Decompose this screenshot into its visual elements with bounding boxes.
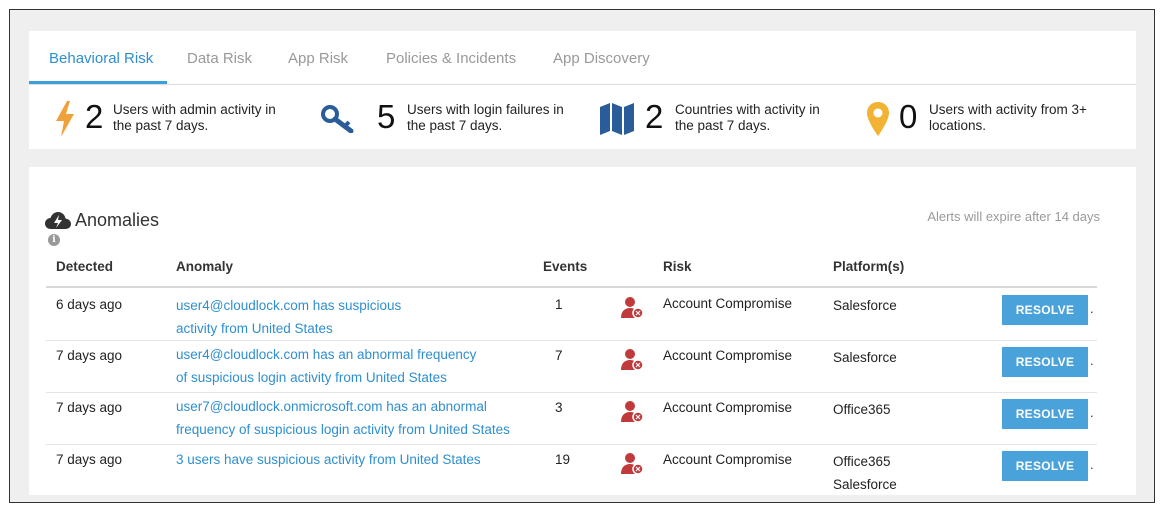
resolve-button[interactable]: RESOLVE (1002, 451, 1088, 481)
user-alert-icon (621, 452, 645, 481)
more-options[interactable]: . (1090, 353, 1094, 368)
tab-app-discovery[interactable]: App Discovery (553, 50, 650, 67)
resolve-button[interactable]: RESOLVE (1002, 347, 1088, 377)
events-cell: 1 (555, 297, 563, 312)
tab-app-risk[interactable]: App Risk (288, 50, 348, 67)
stat-description: Users with activity from 3+ locations. (929, 102, 1087, 133)
col-events[interactable]: Events (543, 259, 587, 274)
info-icon[interactable]: i (48, 234, 60, 246)
stat-description: Users with admin activity in the past 7 d… (113, 102, 276, 133)
risk-cell: Account Compromise (663, 400, 793, 415)
bolt-icon (55, 101, 75, 142)
anomaly-link[interactable]: user7@cloudlock.onmicrosoft.com has an a… (176, 395, 510, 441)
detected-cell: 7 days ago (56, 348, 123, 363)
tab-data-risk[interactable]: Data Risk (187, 50, 252, 67)
tab-behavioral-risk[interactable]: Behavioral Risk (49, 50, 153, 67)
stat-value: 2 (645, 98, 664, 135)
app-frame: Behavioral Risk Data Risk App Risk Polic… (9, 9, 1155, 503)
detected-cell: 6 days ago (56, 297, 123, 312)
risk-cell: Account Compromise (663, 348, 793, 363)
expire-note: Alerts will expire after 14 days (927, 209, 1100, 224)
more-options[interactable]: . (1090, 405, 1094, 420)
stat-value: 0 (899, 98, 918, 135)
summary-card: Behavioral Risk Data Risk App Risk Polic… (29, 31, 1136, 149)
table-row: 7 days ago 3 users have suspicious activ… (46, 445, 1097, 497)
more-options[interactable]: . (1090, 301, 1094, 316)
anomaly-link[interactable]: user4@cloudlock.com has suspicious activi… (176, 294, 401, 340)
platform-cell: Office365 (833, 402, 891, 417)
map-icon (599, 102, 635, 141)
user-alert-icon (621, 296, 645, 325)
anomalies-card: Anomalies i Alerts will expire after 14 … (29, 167, 1136, 495)
cloud-alert-icon (45, 212, 71, 235)
more-options[interactable]: . (1090, 457, 1094, 472)
col-anomaly[interactable]: Anomaly (176, 259, 233, 274)
header-divider (46, 286, 1097, 288)
resolve-button[interactable]: RESOLVE (1002, 399, 1088, 429)
anomaly-link[interactable]: user4@cloudlock.com has an abnormal freq… (176, 343, 476, 389)
user-alert-icon (621, 400, 645, 429)
tab-policies-incidents[interactable]: Policies & Incidents (386, 50, 516, 67)
risk-cell: Account Compromise (663, 452, 793, 467)
stat-admin-activity: 2 Users with admin activity in the past 7… (55, 97, 295, 145)
col-platforms[interactable]: Platform(s) (833, 259, 904, 274)
key-icon (321, 105, 357, 138)
risk-cell: Account Compromise (663, 296, 793, 311)
anomalies-title: Anomalies (75, 210, 160, 230)
col-detected[interactable]: Detected (56, 259, 113, 274)
tab-bar: Behavioral Risk Data Risk App Risk Polic… (29, 31, 1136, 85)
stat-value: 5 (377, 98, 396, 135)
platform-cell: Salesforce (833, 350, 897, 365)
anomaly-link[interactable]: 3 users have suspicious activity from Un… (176, 448, 481, 471)
active-tab-indicator (29, 81, 167, 84)
location-pin-icon (867, 102, 889, 141)
events-cell: 7 (555, 348, 563, 363)
detected-cell: 7 days ago (56, 452, 123, 467)
col-risk[interactable]: Risk (663, 259, 692, 274)
events-cell: 3 (555, 400, 563, 415)
detected-cell: 7 days ago (56, 400, 123, 415)
table-row: 6 days ago user4@cloudlock.com has suspi… (46, 289, 1097, 341)
platform-cell: Office365 Salesforce (833, 454, 897, 492)
table-row: 7 days ago user7@cloudlock.onmicrosoft.c… (46, 393, 1097, 445)
platform-cell: Salesforce (833, 298, 897, 313)
stat-login-failures: 5 Users with login failures in the past 7… (321, 97, 581, 145)
stat-description: Countries with activity in the past 7 day… (675, 102, 820, 133)
stat-description: Users with login failures in the past 7 d… (407, 102, 564, 133)
stat-multi-location: 0 Users with activity from 3+ locations. (859, 97, 1119, 145)
stat-countries: 2 Countries with activity in the past 7 d… (599, 97, 839, 145)
table-row: 7 days ago user4@cloudlock.com has an ab… (46, 341, 1097, 393)
events-cell: 19 (555, 452, 571, 467)
resolve-button[interactable]: RESOLVE (1002, 295, 1088, 325)
stat-value: 2 (85, 98, 104, 135)
user-alert-icon (621, 348, 645, 377)
